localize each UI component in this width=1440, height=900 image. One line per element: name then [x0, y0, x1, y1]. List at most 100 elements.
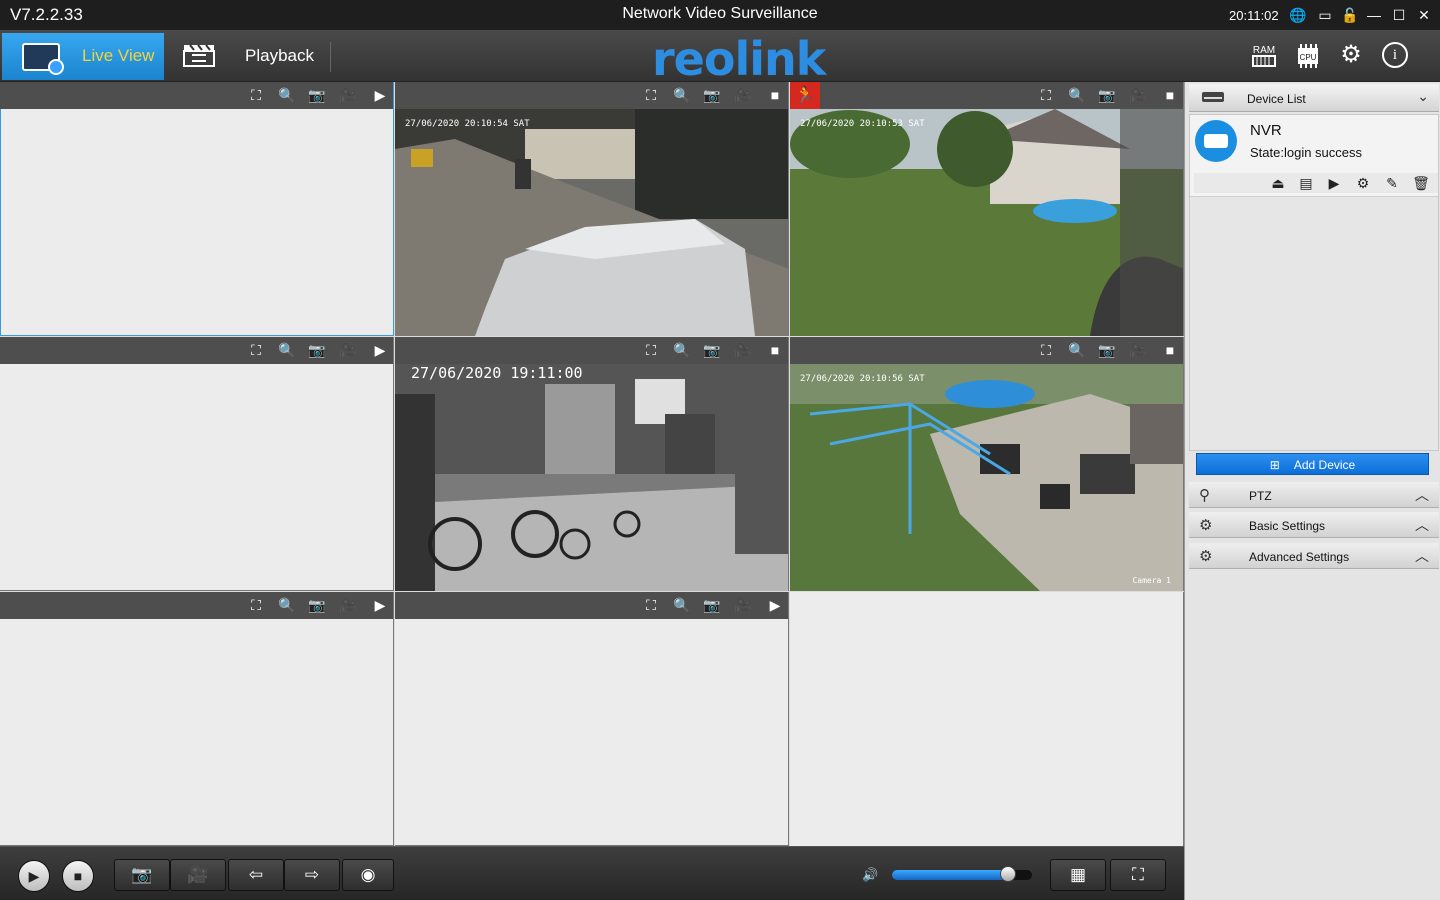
language-globe-icon[interactable]: 🌐 [1288, 5, 1308, 25]
next-page-button[interactable]: ⇨ [284, 859, 340, 891]
video-cell-6[interactable]: ⛶ 🔍 📷 🎥 ■ 27/06/2020 20:10:56 SAT Camera… [790, 337, 1184, 591]
video-cell-5[interactable]: ⛶ 🔍 📷 🎥 ■ 27/06/2020 19:11:00 [395, 337, 789, 591]
video-cell-3[interactable]: 🏃 ⛶ 🔍 📷 🎥 ■ 27/06/2020 20:10:53 SAT [790, 82, 1184, 336]
video-cell-4[interactable]: ⛶ 🔍 📷 🎥 ▶ [0, 337, 394, 591]
section-advanced-settings[interactable]: ⚙ Advanced Settings ︿ [1189, 543, 1439, 569]
section-basic-settings-label: Basic Settings [1249, 519, 1326, 533]
snapshot-icon[interactable]: 📷 [1097, 86, 1117, 105]
record-icon[interactable]: 🎥 [338, 596, 358, 615]
snapshot-icon[interactable]: 📷 [702, 86, 722, 105]
video-cell-1[interactable]: ⛶ 🔍 📷 🎥 ▶ [0, 82, 394, 336]
reolink-logo: reolink [652, 32, 826, 86]
stop-icon[interactable]: ■ [1160, 341, 1180, 360]
snapshot-icon[interactable]: 📷 [702, 596, 722, 615]
fullscreen-icon[interactable]: ⛶ [641, 596, 661, 615]
play-icon[interactable]: ▶ [370, 86, 390, 105]
fullscreen-button[interactable]: ⛶ [1110, 859, 1166, 891]
fullscreen-icon[interactable]: ⛶ [641, 86, 661, 105]
logout-icon[interactable]: ⏏ [1268, 173, 1288, 193]
cell-toolbar: ⛶ 🔍 📷 🎥 ▶ [395, 592, 788, 619]
zoom-icon[interactable]: 🔍 [1067, 341, 1087, 360]
record-icon[interactable]: 🎥 [733, 596, 753, 615]
fullscreen-icon: ⛶ [1132, 865, 1144, 884]
info-icon[interactable]: i [1382, 42, 1408, 68]
window-title: Network Video Surveillance [622, 5, 818, 22]
fullscreen-icon[interactable]: ⛶ [641, 341, 661, 360]
settings-icon[interactable]: ⚙ [1353, 173, 1373, 193]
record-icon[interactable]: 🎥 [733, 86, 753, 105]
video-cell-2[interactable]: ⛶ 🔍 📷 🎥 ■ 27/06/2020 20:10:54 SAT [395, 82, 789, 336]
snapshot-icon[interactable]: 📷 [307, 86, 327, 105]
arrow-right-icon: ⇨ [304, 865, 320, 884]
play-icon[interactable]: ▶ [765, 596, 785, 615]
tab-playback-label: Playback [245, 46, 314, 65]
video-cell-8[interactable]: ⛶ 🔍 📷 🎥 ▶ [395, 592, 789, 846]
section-ptz[interactable]: ⚲ PTZ ︿ [1189, 482, 1439, 508]
monitor-icon[interactable]: ▭ [1315, 5, 1335, 25]
record-icon[interactable]: 🎥 [733, 341, 753, 360]
cpu-icon[interactable]: CPU [1294, 42, 1322, 70]
zoom-icon[interactable]: 🔍 [277, 86, 297, 105]
section-advanced-settings-label: Advanced Settings [1249, 550, 1350, 564]
device-item-nvr[interactable]: NVR State:login success ⏏ ▤ ▶ ⚙ ✎ 🗑 [1190, 115, 1438, 197]
camera-list-icon[interactable]: ▤ [1296, 173, 1316, 193]
maximize-icon[interactable]: ☐ [1389, 5, 1409, 25]
device-list-header[interactable]: Device List ⌄ [1189, 84, 1439, 112]
camera-feed-driveway: 27/06/2020 20:10:54 SAT [395, 109, 788, 336]
previous-page-button[interactable]: ⇦ [228, 859, 284, 891]
stop-icon[interactable]: ■ [1160, 86, 1180, 105]
device-list-label: Device List [1247, 92, 1306, 106]
layout-button[interactable]: ▦ [1050, 859, 1106, 891]
zoom-icon[interactable]: 🔍 [277, 596, 297, 615]
zoom-icon[interactable]: 🔍 [672, 341, 692, 360]
zoom-icon[interactable]: 🔍 [277, 341, 297, 360]
add-device-button[interactable]: ⊞ Add Device [1196, 453, 1429, 475]
cell-toolbar: ⛶ 🔍 📷 🎥 ▶ [0, 337, 393, 364]
record-icon[interactable]: 🎥 [338, 86, 358, 105]
speaker-icon: 🔊 [862, 867, 879, 882]
close-icon[interactable]: ✕ [1414, 5, 1434, 25]
fullscreen-icon[interactable]: ⛶ [1036, 86, 1056, 105]
live-view-icon [22, 43, 64, 75]
zoom-icon[interactable]: 🔍 [1067, 86, 1087, 105]
play-icon[interactable]: ▶ [370, 341, 390, 360]
tab-playback[interactable]: Playback [166, 33, 330, 80]
fullscreen-icon[interactable]: ⛶ [1036, 341, 1056, 360]
stop-icon[interactable]: ■ [765, 341, 785, 360]
snapshot-all-button[interactable]: 📷 [114, 859, 170, 891]
stop-all-button[interactable]: ■ [62, 860, 94, 892]
record-icon[interactable]: 🎥 [338, 341, 358, 360]
play-icon[interactable]: ▶ [1324, 173, 1344, 193]
ram-icon[interactable]: RAM [1250, 42, 1278, 70]
video-cell-7[interactable]: ⛶ 🔍 📷 🎥 ▶ [0, 592, 394, 846]
play-all-button[interactable]: ▶ [18, 860, 50, 892]
fullscreen-icon[interactable]: ⛶ [246, 596, 266, 615]
volume-slider[interactable] [892, 866, 1032, 882]
play-icon[interactable]: ▶ [370, 596, 390, 615]
snapshot-icon[interactable]: 📷 [307, 596, 327, 615]
snapshot-icon[interactable]: 📷 [307, 341, 327, 360]
empty-cell [790, 592, 1184, 846]
fullscreen-icon[interactable]: ⛶ [246, 86, 266, 105]
patrol-button[interactable]: ◉ [342, 859, 394, 891]
snapshot-icon[interactable]: 📷 [702, 341, 722, 360]
stop-icon[interactable]: ■ [765, 86, 785, 105]
zoom-icon[interactable]: 🔍 [672, 86, 692, 105]
tab-live-view[interactable]: Live View [2, 33, 164, 80]
snapshot-icon[interactable]: 📷 [1097, 341, 1117, 360]
minimize-icon[interactable]: — [1364, 5, 1384, 25]
record-icon[interactable]: 🎥 [1128, 86, 1148, 105]
edit-icon[interactable]: ✎ [1382, 173, 1402, 193]
toolbar-divider [330, 42, 331, 72]
record-all-button[interactable]: 🎥 [170, 859, 226, 891]
record-icon[interactable]: 🎥 [1128, 341, 1148, 360]
section-basic-settings[interactable]: ⚙ Basic Settings ︿ [1189, 512, 1439, 538]
lock-icon[interactable]: 🔓 [1340, 5, 1360, 25]
zoom-icon[interactable]: 🔍 [672, 596, 692, 615]
delete-icon[interactable]: 🗑 [1411, 173, 1431, 193]
settings-gear-icon[interactable]: ⚙ [1338, 42, 1364, 70]
osd-timestamp: 27/06/2020 19:11:00 [411, 364, 583, 382]
main-toolbar: Live View Playback reolink RAM CPU ⚙ i [0, 30, 1440, 86]
fullscreen-icon[interactable]: ⛶ [246, 341, 266, 360]
volume-knob[interactable] [1000, 866, 1017, 882]
